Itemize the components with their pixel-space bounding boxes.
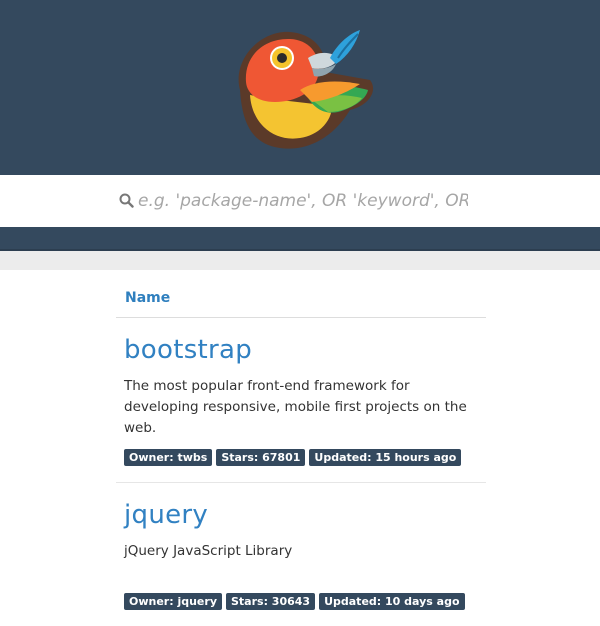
column-header-name[interactable]: Name bbox=[116, 282, 170, 306]
results-table: Name bootstrap The most popular front-en… bbox=[116, 270, 486, 626]
updated-badge: Updated: 10 days ago bbox=[319, 593, 465, 610]
updated-badge: Updated: 15 hours ago bbox=[309, 449, 462, 466]
package-badges: Owner: jquery Stars: 30643 Updated: 10 d… bbox=[124, 593, 486, 610]
search-input[interactable] bbox=[138, 185, 468, 217]
search-icon bbox=[119, 193, 134, 208]
search-bar bbox=[0, 175, 600, 227]
column-header: Name bbox=[116, 270, 486, 318]
gray-divider bbox=[0, 251, 600, 270]
package-name-link[interactable]: jquery bbox=[124, 499, 208, 531]
bower-bird-logo-icon[interactable] bbox=[220, 20, 380, 160]
owner-badge: Owner: jquery bbox=[124, 593, 222, 610]
site-header bbox=[0, 0, 600, 175]
package-row: jquery jQuery JavaScript Library Owner: … bbox=[116, 483, 486, 626]
package-name-link[interactable]: bootstrap bbox=[124, 334, 252, 366]
owner-badge: Owner: twbs bbox=[124, 449, 213, 466]
stars-badge: Stars: 30643 bbox=[226, 593, 316, 610]
package-description: jQuery JavaScript Library bbox=[124, 543, 293, 559]
header-divider bbox=[0, 227, 600, 251]
package-badges: Owner: twbs Stars: 67801 Updated: 15 hou… bbox=[124, 449, 486, 466]
package-row: bootstrap The most popular front-end fra… bbox=[116, 318, 486, 483]
stars-badge: Stars: 67801 bbox=[216, 449, 306, 466]
package-description: The most popular front-end framework for… bbox=[124, 378, 467, 436]
